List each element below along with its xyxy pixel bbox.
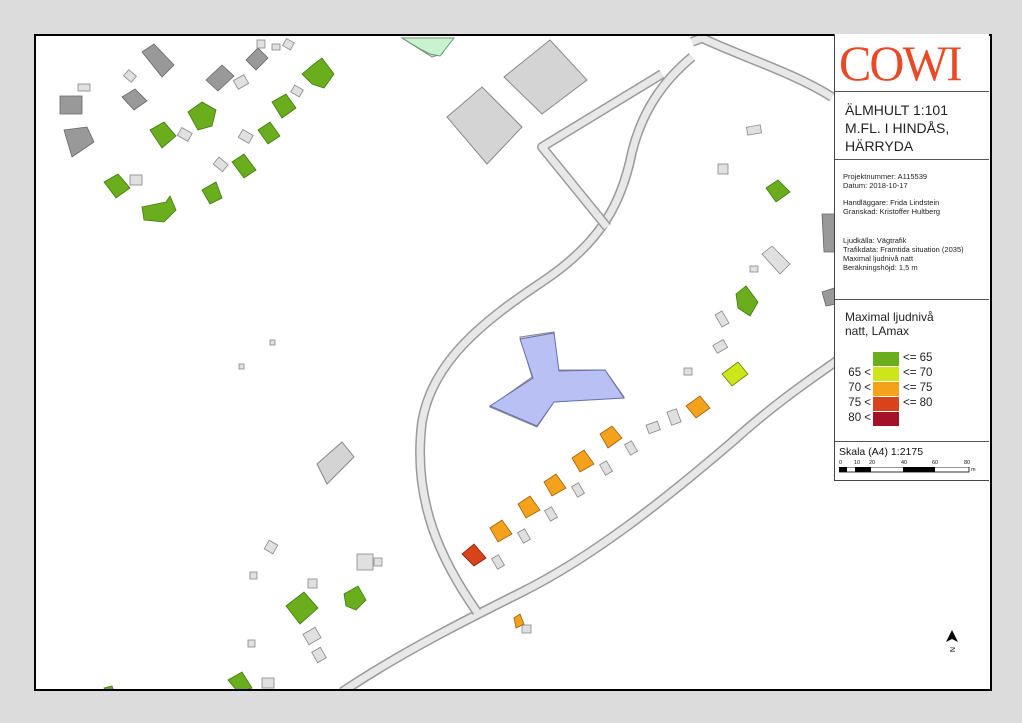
maximal-ljudniva: Maximal ljudnivå natt <box>843 254 914 263</box>
title-section: ÄLMHULT 1:101 M.FL. I HINDÅS, HÄRRYDA <box>835 92 989 160</box>
berakningshojd: Beräkningshöjd: 1,5 m <box>843 263 918 272</box>
north-label: N <box>948 646 956 653</box>
scale-tick-40: 40 <box>901 460 908 466</box>
title-line-3: HÄRRYDA <box>845 138 914 154</box>
north-arrow-icon <box>946 630 958 642</box>
legend-upper-3: <= 80 <box>903 397 933 409</box>
legend-lower-2: 70 < <box>848 382 871 394</box>
cowi-logo: COWI <box>839 35 962 91</box>
legend-swatch-1 <box>873 367 899 381</box>
legend-lower-1: 65 < <box>848 367 871 379</box>
legend-section: Maximal ljudnivå natt, LAmax <= 65 65 < … <box>835 300 989 442</box>
scale-unit: m <box>971 467 976 473</box>
info-panel: COWI ÄLMHULT 1:101 M.FL. I HINDÅS, HÄRRY… <box>834 34 989 481</box>
legend-upper-2: <= 75 <box>903 382 933 394</box>
legend-lower-4: 80 < <box>848 412 871 424</box>
scale-section: Skala (A4) 1:2175 0 10 20 40 60 80 m <box>835 442 989 480</box>
scale-tick-20: 20 <box>869 460 876 466</box>
main-road <box>339 352 845 689</box>
title-line-2: M.FL. I HINDÅS, <box>845 120 950 136</box>
title-line-1: ÄLMHULT 1:101 <box>845 102 948 118</box>
scale-tick-60: 60 <box>932 460 939 466</box>
logo-section: COWI <box>835 34 989 92</box>
legend-upper-1: <= 70 <box>903 367 933 379</box>
datum: Datum: 2018-10-17 <box>843 181 908 190</box>
project-info-section: Projektnummer: A115539 Datum: 2018-10-17… <box>835 160 989 300</box>
ljudkalla: Ljudkälla: Vägtrafik <box>843 236 907 245</box>
roads <box>339 36 845 689</box>
large-buildings <box>316 37 625 485</box>
dark-buildings <box>59 43 837 307</box>
legend-swatch-3 <box>873 397 899 411</box>
legend-swatch-2 <box>873 382 899 396</box>
handlaggare: Handläggare: Frida Lindstein <box>843 198 940 207</box>
school-building <box>488 332 625 427</box>
projektnummer: Projektnummer: A115539 <box>843 172 928 181</box>
granskad: Granskad: Kristoffer Hultberg <box>843 207 940 216</box>
legend-title-2: natt, LAmax <box>845 324 910 338</box>
scale-title: Skala (A4) 1:2175 <box>839 446 924 458</box>
scale-tick-10: 10 <box>854 460 861 466</box>
legend-swatch-0 <box>873 352 899 366</box>
legend-title-1: Maximal ljudnivå <box>845 310 934 324</box>
legend-lower-3: 75 < <box>848 397 871 409</box>
legend-swatch-4 <box>873 412 899 426</box>
trafikdata: Trafikdata: Framtida situation (2035) <box>843 245 964 254</box>
small-buildings <box>77 37 791 689</box>
building-80 <box>461 543 487 567</box>
mint-area <box>400 37 456 57</box>
scale-tick-80: 80 <box>964 460 971 466</box>
scale-tick-0: 0 <box>839 460 843 466</box>
legend-upper-0: <= 65 <box>903 352 933 364</box>
scale-bar <box>839 467 970 473</box>
building-70 <box>721 361 749 387</box>
